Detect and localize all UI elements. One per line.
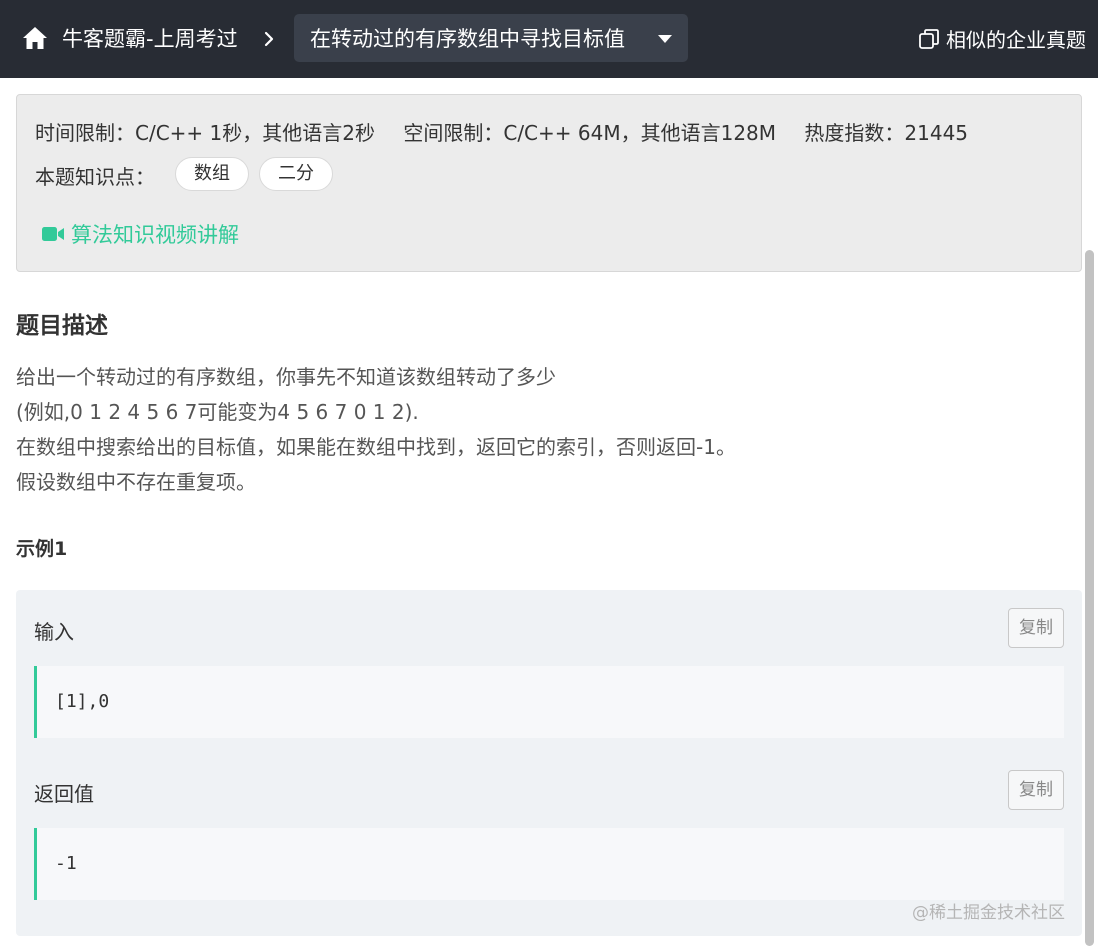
tag-binary-search[interactable]: 二分	[259, 157, 333, 191]
top-bar: 牛客题霸-上周考过 在转动过的有序数组中寻找目标值 相似的企业真题	[0, 0, 1098, 78]
problem-select-dropdown[interactable]: 在转动过的有序数组中寻找目标值	[294, 14, 688, 62]
caret-down-icon	[658, 35, 672, 43]
input-label: 输入	[34, 620, 74, 644]
description-line: 给出一个转动过的有序数组，你事先不知道该数组转动了多少	[16, 365, 556, 389]
input-code: [1],0	[34, 666, 1064, 738]
video-camera-icon	[42, 227, 64, 241]
description-line: 假设数组中不存在重复项。	[16, 470, 256, 494]
time-limit: 时间限制：C/C++ 1秒，其他语言2秒	[35, 121, 375, 145]
scrollbar-thumb[interactable]	[1085, 250, 1094, 946]
copy-outline-icon	[919, 28, 939, 49]
output-label: 返回值	[34, 782, 94, 806]
output-code: -1	[34, 828, 1064, 900]
description-line: (例如,0 1 2 4 5 6 7可能变为4 5 6 7 0 1 2).	[16, 400, 419, 424]
problem-title: 在转动过的有序数组中寻找目标值	[310, 27, 625, 51]
copy-input-button[interactable]: 复制	[1008, 608, 1064, 648]
description-line: 在数组中搜索给出的目标值，如果能在数组中找到，返回它的索引，否则返回-1。	[16, 435, 736, 459]
breadcrumb-link[interactable]: 牛客题霸-上周考过	[62, 24, 238, 54]
knowledge-label: 本题知识点：	[35, 165, 155, 189]
copy-output-button[interactable]: 复制	[1008, 770, 1064, 810]
home-icon[interactable]	[22, 26, 48, 50]
example-box: 输入 复制 [1],0 返回值 复制 -1	[16, 590, 1082, 936]
heat-index: 热度指数：21445	[804, 121, 969, 145]
video-link-label: 算法知识视频讲解	[71, 223, 239, 247]
description-body: 给出一个转动过的有序数组，你事先不知道该数组转动了多少 (例如,0 1 2 4 …	[16, 360, 736, 500]
description-title: 题目描述	[16, 313, 108, 339]
video-explanation-link[interactable]: 算法知识视频讲解	[41, 219, 239, 249]
chevron-right-icon	[264, 31, 274, 47]
similar-label: 相似的企业真题	[946, 28, 1086, 52]
limits-row: 时间限制：C/C++ 1秒，其他语言2秒 空间限制：C/C++ 64M，其他语言…	[35, 117, 990, 146]
problem-info-box: 时间限制：C/C++ 1秒，其他语言2秒 空间限制：C/C++ 64M，其他语言…	[16, 94, 1082, 272]
example-title: 示例1	[16, 538, 68, 560]
space-limit: 空间限制：C/C++ 64M，其他语言128M	[403, 121, 777, 145]
watermark-text: @稀土掘金技术社区	[912, 903, 1065, 923]
tag-array[interactable]: 数组	[175, 157, 249, 191]
similar-problems-link[interactable]: 相似的企业真题	[918, 24, 1086, 53]
